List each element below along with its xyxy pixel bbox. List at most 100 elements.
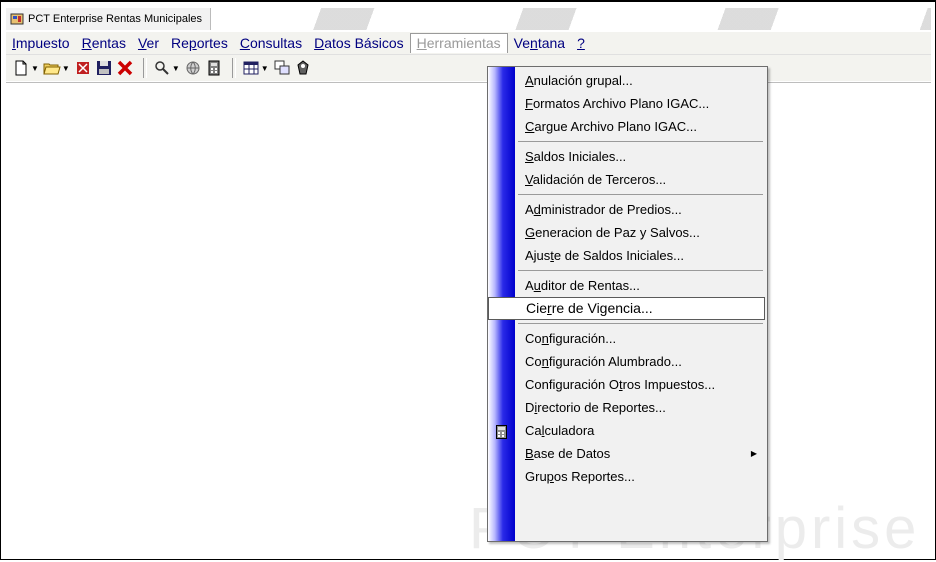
item-label-part: argue Archivo Plano IGAC... xyxy=(534,119,697,134)
menu-accelerator: D xyxy=(314,35,325,51)
item-label-part: figuración Alumbrado... xyxy=(548,354,682,369)
dropdown-item[interactable]: Formatos Archivo Plano IGAC... xyxy=(488,92,767,115)
item-label-part: ros Impuestos... xyxy=(622,377,716,392)
globe-icon[interactable] xyxy=(184,58,202,78)
calculator-icon xyxy=(496,423,507,439)
item-label-part: aldos Iniciales... xyxy=(533,149,627,164)
dropdown-item[interactable]: Directorio de Reportes... xyxy=(488,396,767,419)
dropdown-item[interactable]: Ajuste de Saldos Iniciales... xyxy=(488,244,767,267)
item-label-part: nulación grupal... xyxy=(533,73,633,88)
menu-label-part: erramientas xyxy=(426,35,501,51)
menu-accelerator: R xyxy=(81,35,92,51)
item-accelerator: A xyxy=(525,73,534,88)
menu-label-part: entas xyxy=(91,35,126,51)
item-label-part: Cie xyxy=(526,300,548,316)
menu-ventana[interactable]: Ventana xyxy=(508,33,571,53)
menu-accelerator: C xyxy=(239,35,250,51)
open-folder-icon[interactable] xyxy=(43,58,61,78)
item-accelerator: V xyxy=(525,172,533,187)
dropdown-item[interactable]: Generacion de Paz y Salvos... xyxy=(488,221,767,244)
delete-icon[interactable] xyxy=(74,58,92,78)
herramientas-dropdown-menu: Anulación grupal... Formatos Archivo Plan… xyxy=(487,66,768,542)
title-tab[interactable]: PCT Enterprise Rentas Municipales xyxy=(6,8,212,30)
item-accelerator: C xyxy=(525,119,535,134)
item-label-part: ministrador de Predios... xyxy=(540,202,682,217)
dropdown-item[interactable]: Configuración Otros Impuestos... xyxy=(488,373,767,396)
item-label-part: Co xyxy=(525,331,542,346)
menu-accelerator: ? xyxy=(577,35,585,51)
dropdown-item[interactable]: Cierre de Vigencia... xyxy=(488,297,765,320)
item-label-part: rectorio de Reportes... xyxy=(537,400,666,415)
menu-label-part: ortes xyxy=(196,35,228,51)
item-label-part: alidación de Terceros... xyxy=(532,172,667,187)
calculator-icon[interactable] xyxy=(205,58,223,78)
dropdown-item[interactable]: Calculadora xyxy=(488,419,767,442)
item-accelerator: G xyxy=(525,225,536,240)
menu-accelerator: V xyxy=(137,35,147,51)
item-label-part: D xyxy=(525,400,535,415)
mdi-client-area xyxy=(6,82,931,558)
item-label-part: e de Saldos Iniciales... xyxy=(553,248,684,263)
copy-window-icon[interactable] xyxy=(273,58,291,78)
dropdown-item[interactable]: Administrador de Predios... xyxy=(488,198,767,221)
search-dropdown-arrow[interactable]: ▼ xyxy=(172,64,180,73)
item-accelerator: d xyxy=(533,202,541,217)
item-label-part: A xyxy=(525,202,534,217)
save-icon[interactable] xyxy=(95,58,113,78)
menu-accelerator: n xyxy=(530,35,538,51)
submenu-arrow-icon: ▶ xyxy=(750,449,757,458)
dropdown-item[interactable]: Anulación grupal... xyxy=(488,69,767,92)
dropdown-item[interactable]: Validación de Terceros... xyxy=(488,168,767,191)
item-accelerator: F xyxy=(525,96,533,111)
item-label-part: eneracion de Paz y Salvos... xyxy=(535,225,700,240)
menu-reportes[interactable]: Reportes xyxy=(165,33,234,53)
item-label-part: Configuración O xyxy=(525,377,619,392)
item-label-part: ormatos Archivo Plano IGAC... xyxy=(532,96,710,111)
menu-label-part: tana xyxy=(537,35,566,51)
dropdown-item[interactable]: Auditor de Rentas... xyxy=(488,274,767,297)
item-label-part: Co xyxy=(525,354,542,369)
search-person-icon[interactable] xyxy=(153,58,171,78)
menu-separator xyxy=(518,141,763,142)
menu-consultas[interactable]: Consultas xyxy=(234,33,308,53)
new-dropdown-arrow[interactable]: ▼ xyxy=(31,64,39,73)
dropdown-item[interactable]: Configuración Alumbrado... xyxy=(488,350,767,373)
menu-herramientas[interactable]: Herramientas xyxy=(409,33,508,53)
app-icon[interactable] xyxy=(10,12,24,26)
menu-help[interactable]: ? xyxy=(571,33,591,53)
menu-ver[interactable]: Ver xyxy=(132,33,165,53)
menu-separator xyxy=(518,323,763,324)
menu-separator xyxy=(518,270,763,271)
menu-impuesto[interactable]: Impuesto xyxy=(6,33,76,53)
toolbar-separator xyxy=(231,58,236,78)
dropdown-item[interactable]: Saldos Iniciales... xyxy=(488,145,767,168)
title-bar: PCT Enterprise Rentas Municipales xyxy=(6,8,931,30)
dropdown-item[interactable]: Base de Datos ▶ xyxy=(488,442,767,465)
dropdown-item[interactable]: Cargue Archivo Plano IGAC... xyxy=(488,115,767,138)
menu-rentas[interactable]: Rentas xyxy=(76,33,132,53)
wizard-icon[interactable] xyxy=(294,58,312,78)
item-accelerator: B xyxy=(525,446,534,461)
menu-accelerator: H xyxy=(416,35,427,51)
item-label-part: figuración... xyxy=(548,331,617,346)
menu-label-part: Ve xyxy=(513,35,531,51)
grid-icon[interactable] xyxy=(242,58,260,78)
toolbar: ▼ ▼ ▼ ▼ xyxy=(6,55,931,81)
item-accelerator: u xyxy=(533,278,541,293)
item-label-part: ase de Datos xyxy=(533,446,611,461)
close-x-icon[interactable] xyxy=(116,58,134,78)
grid-dropdown-arrow[interactable]: ▼ xyxy=(261,64,269,73)
item-label-part: re de Vigencia... xyxy=(551,300,653,316)
item-label-part: Ajus xyxy=(525,248,551,263)
item-label-part: ditor de Rentas... xyxy=(540,278,640,293)
menu-label-part: er xyxy=(146,35,159,51)
new-document-icon[interactable] xyxy=(12,58,30,78)
open-dropdown-arrow[interactable]: ▼ xyxy=(62,64,70,73)
item-label-part: os Reportes... xyxy=(553,469,635,484)
menu-datos-basicos[interactable]: Datos Básicos xyxy=(308,33,410,53)
menu-label-part: Re xyxy=(171,35,189,51)
toolbar-separator xyxy=(142,58,147,78)
dropdown-item[interactable]: Grupos Reportes... xyxy=(488,465,767,488)
menu-separator xyxy=(518,194,763,195)
dropdown-item[interactable]: Configuración... xyxy=(488,327,767,350)
